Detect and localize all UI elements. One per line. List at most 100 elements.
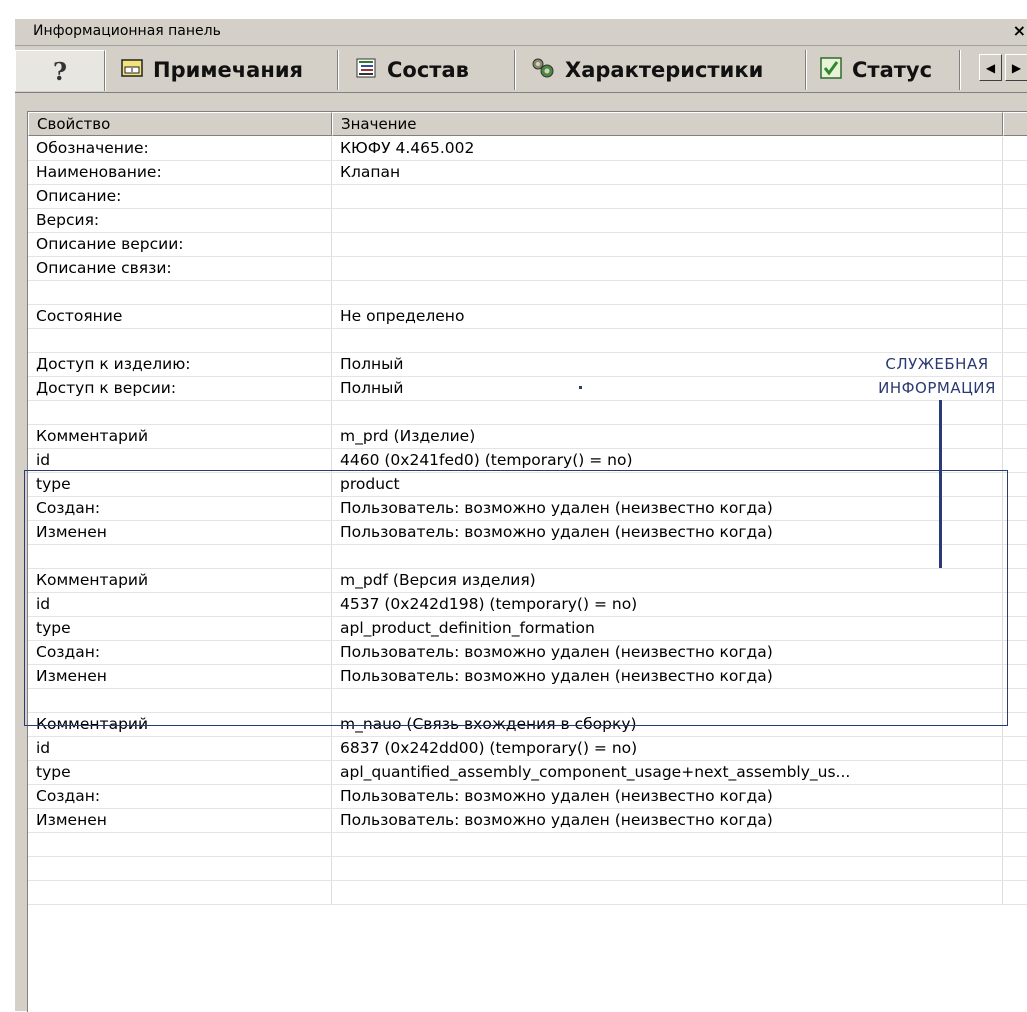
service-info-annotation-label: СЛУЖЕБНАЯ ИНФОРМАЦИЯ xyxy=(862,352,1012,400)
value-cell: Пользователь: возможно удален (неизвестн… xyxy=(332,785,1003,808)
table-row[interactable]: Изменен Пользователь: возможно удален (не… xyxy=(28,665,1027,689)
tab-scroll-buttons: ◀ ▶ xyxy=(979,54,1027,81)
value-cell: 6837 (0x242dd00) (temporary() = no) xyxy=(332,737,1003,760)
scroll-left-icon[interactable]: ◀ xyxy=(979,54,1002,81)
tab-help[interactable]: ? xyxy=(15,50,105,91)
column-header-property[interactable]: Свойство xyxy=(28,112,332,136)
property-cell: Изменен xyxy=(28,521,332,544)
value-cell: Пользователь: возможно удален (неизвестн… xyxy=(332,641,1003,664)
table-row[interactable]: type apl_product_definition_formation xyxy=(28,617,1027,641)
property-cell xyxy=(28,833,332,856)
close-icon[interactable]: × xyxy=(1013,21,1026,40)
property-cell: Наименование: xyxy=(28,161,332,184)
value-cell xyxy=(332,545,1003,568)
table-row[interactable] xyxy=(28,401,1027,425)
value-cell xyxy=(332,329,1003,352)
property-cell: Изменен xyxy=(28,809,332,832)
table-row[interactable]: id 6837 (0x242dd00) (temporary() = no) xyxy=(28,737,1027,761)
table-row[interactable]: Изменен Пользователь: возможно удален (не… xyxy=(28,521,1027,545)
value-cell xyxy=(332,833,1003,856)
table-row[interactable]: Создан: Пользователь: возможно удален (не… xyxy=(28,497,1027,521)
tab-status[interactable]: Статус xyxy=(812,50,960,90)
column-header-value[interactable]: Значение xyxy=(332,112,1003,136)
property-cell: Состояние xyxy=(28,305,332,328)
filler-cell xyxy=(1003,881,1027,904)
table-row[interactable]: Создан: Пользователь: возможно удален (не… xyxy=(28,641,1027,665)
tab-notes[interactable]: Примечания xyxy=(111,50,338,90)
value-cell: m_prd (Изделие) xyxy=(332,425,1003,448)
tab-notes-label: Примечания xyxy=(153,58,304,82)
filler-cell xyxy=(1003,737,1027,760)
tab-composition-label: Состав xyxy=(387,58,469,82)
filler-cell xyxy=(1003,713,1027,736)
annotation-pointer-line xyxy=(939,400,942,568)
table-row[interactable]: Создан: Пользователь: возможно удален (не… xyxy=(28,785,1027,809)
table-row[interactable]: Комментарий m_nauo (Связь вхождения в сбо… xyxy=(28,713,1027,737)
value-cell: Пользователь: возможно удален (неизвестн… xyxy=(332,521,1003,544)
grid-header: Свойство Значение xyxy=(28,112,1027,136)
panel-title: Информационная панель xyxy=(33,23,221,39)
table-row[interactable] xyxy=(28,329,1027,353)
value-cell: apl_product_definition_formation xyxy=(332,617,1003,640)
filler-cell xyxy=(1003,401,1027,424)
table-row[interactable]: Комментарий m_pdf (Версия изделия) xyxy=(28,569,1027,593)
value-cell xyxy=(332,209,1003,232)
scroll-right-icon[interactable]: ▶ xyxy=(1005,54,1027,81)
filler-cell xyxy=(1003,257,1027,280)
table-row[interactable] xyxy=(28,689,1027,713)
tab-strip: ? Примечания Состав Характеристики Стату… xyxy=(15,46,1027,93)
property-cell: Комментарий xyxy=(28,569,332,592)
table-row[interactable]: Описание версии: xyxy=(28,233,1027,257)
table-row[interactable]: Изменен Пользователь: возможно удален (не… xyxy=(28,809,1027,833)
table-row[interactable]: Комментарий m_prd (Изделие) xyxy=(28,425,1027,449)
property-cell: Обозначение: xyxy=(28,137,332,160)
table-row[interactable]: Обозначение: КЮФУ 4.465.002 xyxy=(28,137,1027,161)
notes-icon xyxy=(121,58,143,83)
property-cell xyxy=(28,329,332,352)
filler-cell xyxy=(1003,809,1027,832)
table-row[interactable] xyxy=(28,881,1027,905)
table-row[interactable]: id 4537 (0x242d198) (temporary() = no) xyxy=(28,593,1027,617)
property-cell: Описание связи: xyxy=(28,257,332,280)
table-row[interactable] xyxy=(28,857,1027,881)
table-row[interactable] xyxy=(28,833,1027,857)
table-row[interactable] xyxy=(28,281,1027,305)
table-row[interactable]: Описание связи: xyxy=(28,257,1027,281)
property-cell: Создан: xyxy=(28,641,332,664)
filler-cell xyxy=(1003,425,1027,448)
table-row[interactable]: Наименование: Клапан xyxy=(28,161,1027,185)
table-row[interactable]: type product xyxy=(28,473,1027,497)
tab-characteristics[interactable]: Характеристики xyxy=(521,50,806,90)
filler-cell xyxy=(1003,857,1027,880)
table-row[interactable]: id 4460 (0x241fed0) (temporary() = no) xyxy=(28,449,1027,473)
filler-cell xyxy=(1003,161,1027,184)
filler-cell xyxy=(1003,689,1027,712)
characteristics-icon xyxy=(531,57,555,84)
property-cell: Описание версии: xyxy=(28,233,332,256)
property-cell: id xyxy=(28,593,332,616)
property-cell: type xyxy=(28,473,332,496)
annotation-dot xyxy=(579,386,582,389)
table-row[interactable]: Версия: xyxy=(28,209,1027,233)
table-row[interactable]: Состояние Не определено xyxy=(28,305,1027,329)
column-header-filler xyxy=(1003,112,1027,136)
filler-cell xyxy=(1003,545,1027,568)
value-cell: Не определено xyxy=(332,305,1003,328)
annotation-line-2: ИНФОРМАЦИЯ xyxy=(878,379,996,397)
property-cell: Комментарий xyxy=(28,425,332,448)
property-cell xyxy=(28,281,332,304)
value-cell xyxy=(332,233,1003,256)
table-row[interactable] xyxy=(28,545,1027,569)
grid-rows: Обозначение: КЮФУ 4.465.002 Наименование: К… xyxy=(28,137,1027,905)
table-row[interactable]: type apl_quantified_assembly_component_us… xyxy=(28,761,1027,785)
value-cell: Пользователь: возможно удален (неизвестн… xyxy=(332,665,1003,688)
value-cell: КЮФУ 4.465.002 xyxy=(332,137,1003,160)
tab-composition[interactable]: Состав xyxy=(345,50,515,90)
value-cell: Пользователь: возможно удален (неизвестн… xyxy=(332,497,1003,520)
panel-titlebar: Информационная панель × xyxy=(15,19,1027,46)
filler-cell xyxy=(1003,329,1027,352)
filler-cell xyxy=(1003,833,1027,856)
value-cell: Клапан xyxy=(332,161,1003,184)
composition-icon xyxy=(355,58,377,83)
table-row[interactable]: Описание: xyxy=(28,185,1027,209)
